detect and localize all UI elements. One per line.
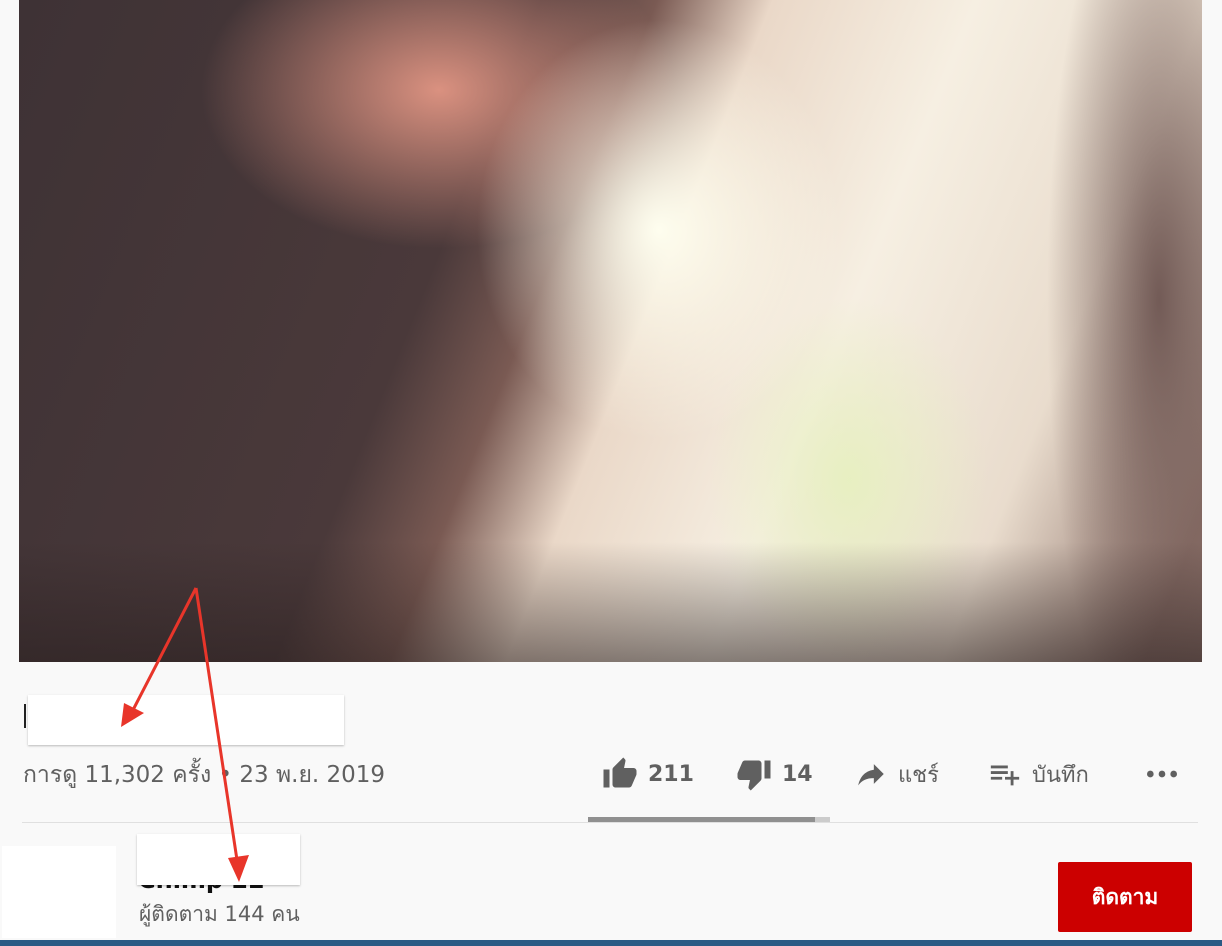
- dislike-count: 14: [782, 761, 813, 787]
- dislike-button[interactable]: 14: [736, 754, 813, 794]
- dislike-icon: [736, 756, 772, 792]
- video-title-fragment: [24, 704, 26, 728]
- subscriber-count: ผู้ติดตาม 144 คน: [139, 902, 300, 926]
- like-icon: [602, 756, 638, 792]
- video-view-count-date: การดู 11,302 ครั้ง • 23 พ.ย. 2019: [23, 762, 386, 788]
- video-shadow: [19, 542, 1202, 662]
- channel-redaction-box: [137, 834, 300, 885]
- share-icon: [854, 757, 888, 791]
- more-options-icon: [1142, 754, 1182, 794]
- subscribe-button[interactable]: ติดตาม: [1058, 862, 1192, 932]
- save-to-playlist-icon: [988, 757, 1022, 791]
- save-label: บันทึก: [1032, 762, 1089, 788]
- like-count: 211: [648, 761, 694, 787]
- bottom-edge-bar: [0, 940, 1222, 946]
- more-options-button[interactable]: [1142, 754, 1182, 794]
- title-redaction-box: [28, 695, 344, 745]
- section-divider: [22, 822, 1198, 823]
- share-button[interactable]: แชร์: [854, 754, 939, 794]
- channel-avatar[interactable]: [2, 846, 116, 938]
- like-button[interactable]: 211: [602, 754, 694, 794]
- save-button[interactable]: บันทึก: [988, 754, 1089, 794]
- share-label: แชร์: [898, 762, 939, 788]
- video-player[interactable]: [19, 0, 1202, 662]
